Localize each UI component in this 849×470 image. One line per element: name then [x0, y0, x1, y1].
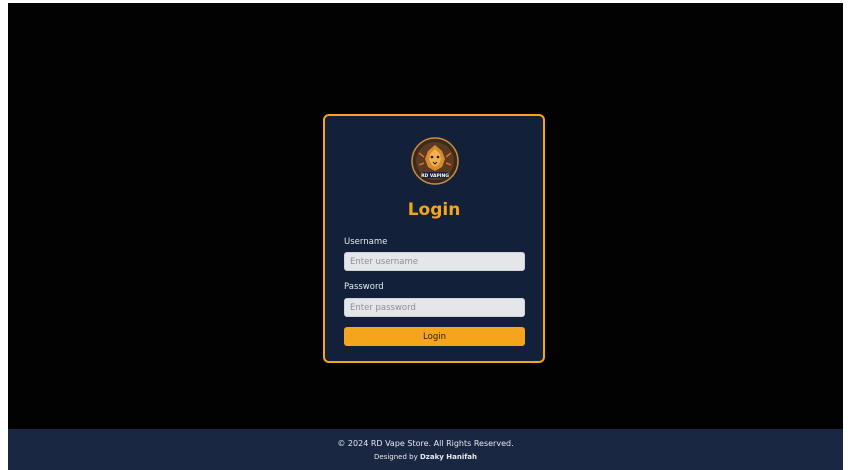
footer-designer-name: Dzaky Hanifah	[419, 453, 477, 461]
footer: © 2024 RD Vape Store. All Rights Reserve…	[8, 429, 843, 470]
logo-graphic: RD VAPING	[411, 137, 459, 185]
username-label: Username	[344, 237, 388, 247]
password-input[interactable]	[344, 298, 525, 317]
login-card: RD VAPING Login Username Password Login	[323, 114, 545, 363]
password-label: Password	[344, 282, 384, 292]
logo-text: RD VAPING	[421, 173, 449, 179]
login-title: Login	[407, 200, 461, 220]
username-input[interactable]	[344, 252, 525, 271]
lion-emblem-logo: RD VAPING	[411, 137, 459, 185]
footer-designed-by: Designed by	[374, 453, 420, 461]
footer-credit: Designed by Dzaky Hanifah	[8, 453, 843, 461]
footer-copyright: © 2024 RD Vape Store. All Rights Reserve…	[337, 439, 514, 448]
page-viewport: RD VAPING Login Username Password Login …	[8, 3, 843, 470]
login-button[interactable]: Login	[344, 327, 525, 346]
